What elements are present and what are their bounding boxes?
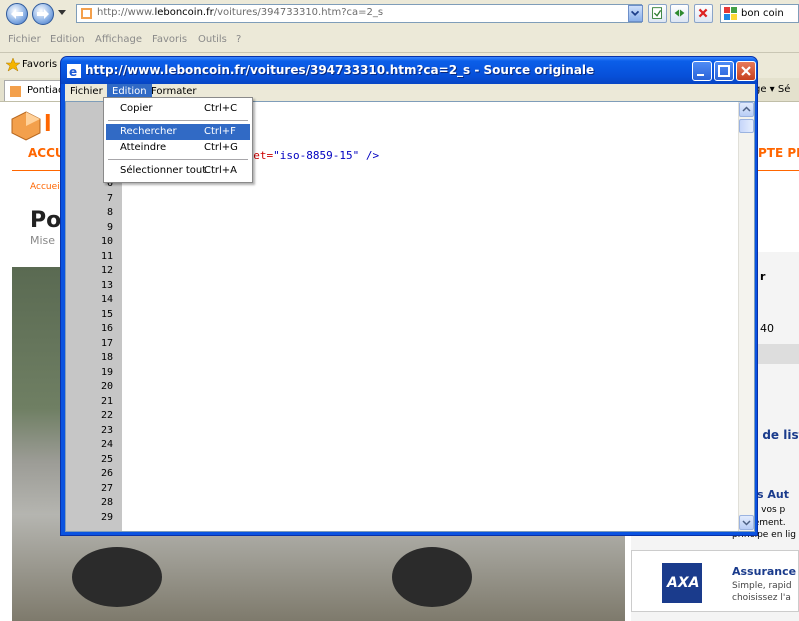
- line-number: 12: [100, 265, 113, 276]
- ad-title: Assurance: [732, 565, 797, 578]
- menu-item-copier[interactable]: Copier Ctrl+C: [106, 101, 250, 117]
- star-icon: [6, 58, 20, 72]
- line-number: 27: [100, 482, 113, 494]
- ad-line1: Simple, rapid: [732, 581, 792, 591]
- refresh-button[interactable]: [670, 4, 689, 23]
- listing-date: Mise: [30, 234, 56, 247]
- code-line: rset="iso-8859-15" />: [240, 149, 380, 162]
- history-dropdown-icon[interactable]: [58, 10, 66, 15]
- axa-logo: AXA: [662, 563, 702, 603]
- compatibility-button[interactable]: [648, 4, 667, 23]
- window-titlebar[interactable]: e http://www.leboncoin.fr/voitures/39473…: [61, 57, 757, 84]
- arrow-right-icon: [37, 9, 49, 19]
- ie-icon: e: [67, 64, 81, 78]
- nav-compte[interactable]: PTE PR: [758, 146, 799, 160]
- logo-letter: l: [44, 112, 52, 137]
- browser-menubar: Fichier Edition Affichage Favoris Outils…: [0, 30, 799, 50]
- line-number: 7: [106, 192, 113, 204]
- line-number: 16: [100, 323, 113, 334]
- page-icon: [652, 7, 662, 19]
- forward-button[interactable]: [32, 3, 54, 25]
- line-number: 29: [100, 511, 113, 523]
- maximize-button[interactable]: [714, 61, 734, 81]
- menu-edition[interactable]: Edition: [50, 34, 85, 45]
- tab-label: Pontiac: [27, 85, 64, 96]
- sidebar-value: 40: [760, 322, 774, 335]
- line-number: 22: [100, 410, 113, 421]
- line-number: 13: [100, 279, 113, 291]
- line-number: 9: [106, 221, 113, 233]
- line-number: 19: [100, 366, 113, 378]
- menu-help[interactable]: ?: [236, 34, 241, 45]
- scroll-up-button[interactable]: [739, 102, 754, 117]
- page-favicon-icon: [81, 8, 92, 19]
- edition-dropdown: Copier Ctrl+C Rechercher Ctrl+F Atteindre C…: [103, 97, 253, 183]
- page-menu-button[interactable]: ge ▾ Sé: [754, 84, 790, 95]
- ad-line2: choisissez l'a: [732, 593, 791, 603]
- line-number: 26: [100, 468, 113, 479]
- line-number: 18: [100, 352, 113, 363]
- stop-button[interactable]: [694, 4, 713, 23]
- menu-separator: [108, 159, 248, 160]
- line-number: 28: [100, 497, 113, 508]
- src-menu-fichier[interactable]: Fichier: [65, 84, 108, 101]
- close-icon: [741, 66, 751, 76]
- maximize-icon: [718, 65, 730, 77]
- vertical-scrollbar[interactable]: [738, 102, 754, 531]
- sidebar-heading: r: [760, 270, 766, 283]
- menu-outils[interactable]: Outils: [198, 34, 227, 45]
- menu-affichage[interactable]: Affichage: [95, 34, 142, 45]
- menu-separator: [108, 120, 248, 121]
- refresh-icon: [674, 9, 685, 17]
- address-input[interactable]: http://www.leboncoin.fr/voitures/3947333…: [76, 4, 642, 23]
- line-number: 15: [100, 308, 113, 320]
- menu-favoris[interactable]: Favoris: [152, 34, 187, 45]
- breadcrumb[interactable]: Accuei: [30, 182, 60, 192]
- chevron-up-icon: [742, 106, 751, 112]
- window-title: http://www.leboncoin.fr/voitures/3947333…: [85, 63, 595, 77]
- search-input[interactable]: bon coin: [720, 4, 799, 23]
- chevron-down-icon: [630, 10, 640, 17]
- search-text: bon coin: [741, 8, 784, 19]
- line-number: 8: [106, 207, 113, 218]
- arrow-left-icon: [11, 9, 23, 19]
- line-number: 17: [100, 337, 113, 349]
- svg-text:e: e: [69, 65, 77, 78]
- line-number: 14: [100, 294, 113, 305]
- menu-item-atteindre[interactable]: Atteindre Ctrl+G: [106, 140, 250, 156]
- line-number: 11: [100, 250, 113, 262]
- line-number: 10: [100, 236, 113, 247]
- address-text: http://www.leboncoin.fr/voitures/3947333…: [97, 7, 384, 18]
- page-title: Po: [30, 208, 62, 233]
- line-number: 21: [100, 395, 113, 407]
- scroll-thumb[interactable]: [739, 119, 754, 133]
- favorites-button[interactable]: Favoris: [22, 59, 57, 70]
- minimize-icon: [697, 74, 704, 76]
- close-button[interactable]: [736, 61, 756, 81]
- search-provider-icon: [724, 7, 737, 20]
- menu-item-rechercher[interactable]: Rechercher Ctrl+F: [106, 124, 250, 140]
- line-number: 24: [100, 439, 113, 450]
- address-bar-row: http://www.leboncoin.fr/voitures/3947333…: [0, 0, 799, 28]
- line-number: 23: [100, 424, 113, 436]
- back-button[interactable]: [6, 3, 28, 25]
- tab-favicon-icon: [10, 86, 21, 97]
- menu-fichier[interactable]: Fichier: [8, 34, 41, 45]
- axa-ad[interactable]: AXA Assurance Simple, rapid choisissez l…: [631, 550, 799, 612]
- close-icon: [698, 8, 708, 18]
- address-dropdown-button[interactable]: [628, 5, 643, 22]
- leboncoin-logo-icon: [11, 111, 41, 141]
- line-number: 25: [100, 453, 113, 465]
- minimize-button[interactable]: [692, 61, 712, 81]
- menu-item-selectionner-tout[interactable]: Sélectionner tout Ctrl+A: [106, 163, 250, 179]
- scroll-down-button[interactable]: [739, 515, 754, 530]
- chevron-down-icon: [742, 520, 751, 526]
- line-number: 20: [100, 381, 113, 392]
